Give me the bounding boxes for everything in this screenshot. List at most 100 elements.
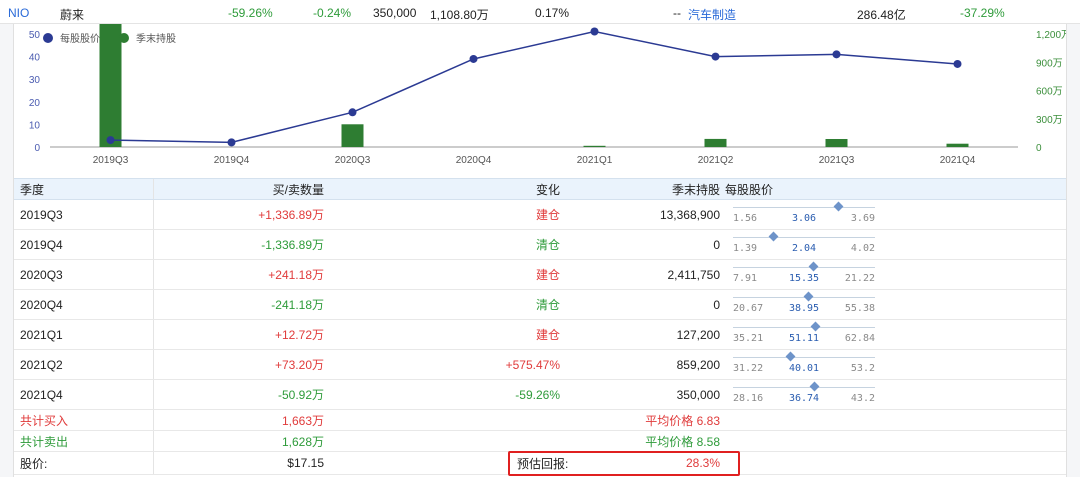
left-tick-label: 50: [29, 30, 41, 41]
price-range-track: [733, 237, 875, 238]
est-return-highlight: [508, 451, 740, 476]
price-range: 1.39 2.04 4.02: [733, 230, 875, 259]
row-trade: -50.92万: [277, 388, 324, 402]
left-tick-label: 10: [29, 120, 41, 131]
price-range-marker: [810, 321, 821, 332]
holding-bar-2021Q2[interactable]: [704, 138, 727, 147]
price-range-marker: [808, 261, 818, 272]
price-low: 7.91: [733, 273, 758, 284]
holding-pct: 0.17%: [535, 6, 570, 20]
price-low: 20.67: [733, 303, 764, 314]
holdings-table: 季度 买/卖数量 变化 季末持股 每股股价 2019Q3 +1,336.89万 建仓…: [14, 178, 1066, 475]
legend-swatch-price: [43, 33, 53, 43]
row-quarter: 2020Q3: [20, 267, 63, 282]
row-holding: 0: [713, 237, 720, 252]
header-trade: 买/卖数量: [272, 182, 324, 197]
row-trade: +73.20万: [274, 358, 324, 372]
price-low: 35.21: [733, 333, 764, 344]
stock-price-label: 股价:: [20, 456, 48, 471]
ticker-link[interactable]: NIO: [8, 6, 29, 20]
total-buy-row: 共计买入 1,663万 平均价格 6.83: [14, 410, 1066, 431]
row-change: 建仓: [535, 208, 560, 222]
price-high: 43.2: [850, 393, 875, 404]
holding-bar-2021Q3[interactable]: [825, 138, 848, 147]
price-range-marker: [809, 381, 820, 392]
row-quarter: 2019Q4: [20, 237, 63, 252]
market-cap: 286.48亿: [857, 8, 906, 22]
price-low: 31.22: [733, 363, 764, 374]
price-range: 7.91 15.35 21.22: [733, 260, 875, 289]
price-point-2020Q4[interactable]: [469, 54, 478, 63]
holding-bar-2019Q3[interactable]: [99, 24, 122, 147]
price-point-2021Q2[interactable]: [711, 52, 720, 61]
x-tick-label: 2021Q2: [698, 155, 734, 166]
header-holding: 季末持股: [671, 182, 720, 197]
price-range-marker: [785, 351, 796, 362]
x-tick-label: 2020Q3: [335, 155, 371, 166]
left-tick-label: 0: [34, 143, 40, 154]
total-sell-label: 共计卖出: [20, 434, 69, 449]
right-tick-label: 600万: [1036, 87, 1063, 98]
price-range-track: [733, 387, 875, 388]
right-tick-label: 1,200万: [1036, 30, 1066, 41]
return-value: -37.29%: [960, 6, 1005, 20]
total-buy-avg: 平均价格 6.83: [645, 413, 720, 428]
summary-row: NIO 蔚来 -59.26% -0.24% 350,000 1,108.80万 …: [0, 0, 1080, 24]
right-tick-label: 900万: [1036, 58, 1063, 69]
table-row: 2021Q2 +73.20万 +575.47% 859,200 31.22 40.01 53…: [14, 350, 1066, 380]
row-quarter: 2020Q4: [20, 297, 63, 312]
price-point-2020Q3[interactable]: [348, 108, 357, 117]
holding-value: 1,108.80万: [430, 8, 489, 22]
price-avg: 15.35: [788, 273, 820, 284]
price-low: 28.16: [733, 393, 764, 404]
row-change: 建仓: [535, 328, 560, 342]
price-range-marker: [803, 291, 814, 302]
header-price: 每股股价: [725, 182, 774, 197]
price-point-2019Q4[interactable]: [227, 138, 236, 147]
price-avg: 3.06: [791, 213, 817, 224]
row-change: 建仓: [535, 268, 560, 282]
row-quarter: 2019Q3: [20, 207, 63, 222]
price-point-2021Q3[interactable]: [832, 50, 841, 59]
change-1: -59.26%: [228, 6, 273, 20]
table-row: 2019Q3 +1,336.89万 建仓 13,368,900 1.56 3.06 3.69: [14, 200, 1066, 230]
row-quarter: 2021Q2: [20, 357, 63, 372]
price-range-track: [733, 357, 875, 358]
table-row: 2021Q1 +12.72万 建仓 127,200 35.21 51.11 62.84: [14, 320, 1066, 350]
price-high: 21.22: [844, 273, 875, 284]
price-high: 4.02: [850, 243, 875, 254]
shares-value: 350,000: [373, 6, 417, 20]
table-row: 2019Q4 -1,336.89万 清仓 0 1.39 2.04 4.02: [14, 230, 1066, 260]
industry-link[interactable]: 汽车制造: [688, 6, 736, 23]
holding-bar-2020Q3[interactable]: [341, 124, 364, 147]
row-quarter: 2021Q1: [20, 327, 63, 342]
price-point-2019Q3[interactable]: [106, 136, 115, 145]
holdings-price-chart: 0 10 20 30 40 50 0 300万 600万 900万 1,200万 2019Q3 20…: [29, 24, 1066, 166]
row-trade: +1,336.89万: [258, 208, 324, 222]
price-low: 1.56: [733, 213, 758, 224]
price-avg: 2.04: [791, 243, 817, 254]
row-quarter: 2021Q4: [20, 387, 63, 402]
table-header: 季度 买/卖数量 变化 季末持股 每股股价: [14, 178, 1066, 200]
total-buy-value: 1,663万: [281, 413, 324, 428]
price-range-marker: [768, 231, 779, 242]
holding-bar-2021Q4[interactable]: [946, 143, 969, 147]
total-buy-label: 共计买入: [20, 413, 69, 428]
price-range: 28.16 36.74 43.2: [733, 380, 875, 409]
total-sell-row: 共计卖出 1,628万 平均价格 8.58: [14, 431, 1066, 452]
x-tick-label: 2019Q3: [93, 155, 129, 166]
row-holding: 0: [713, 297, 720, 312]
price-point-2021Q1[interactable]: [590, 27, 599, 36]
table-row: 2021Q4 -50.92万 -59.26% 350,000 28.16 36.74 43.…: [14, 380, 1066, 410]
x-tick-label: 2019Q4: [214, 155, 250, 166]
x-tick-label: 2021Q1: [577, 155, 613, 166]
holding-bar-2021Q1[interactable]: [583, 145, 606, 147]
price-point-2021Q4[interactable]: [953, 59, 962, 68]
price-range: 35.21 51.11 62.84: [733, 320, 875, 349]
stock-price-value: $17.15: [287, 456, 324, 470]
row-holding: 350,000: [676, 387, 720, 402]
legend-swatch-holding: [119, 33, 129, 43]
price-line: [110, 30, 958, 144]
left-tick-label: 30: [29, 75, 41, 86]
x-tick-label: 2020Q4: [456, 155, 492, 166]
